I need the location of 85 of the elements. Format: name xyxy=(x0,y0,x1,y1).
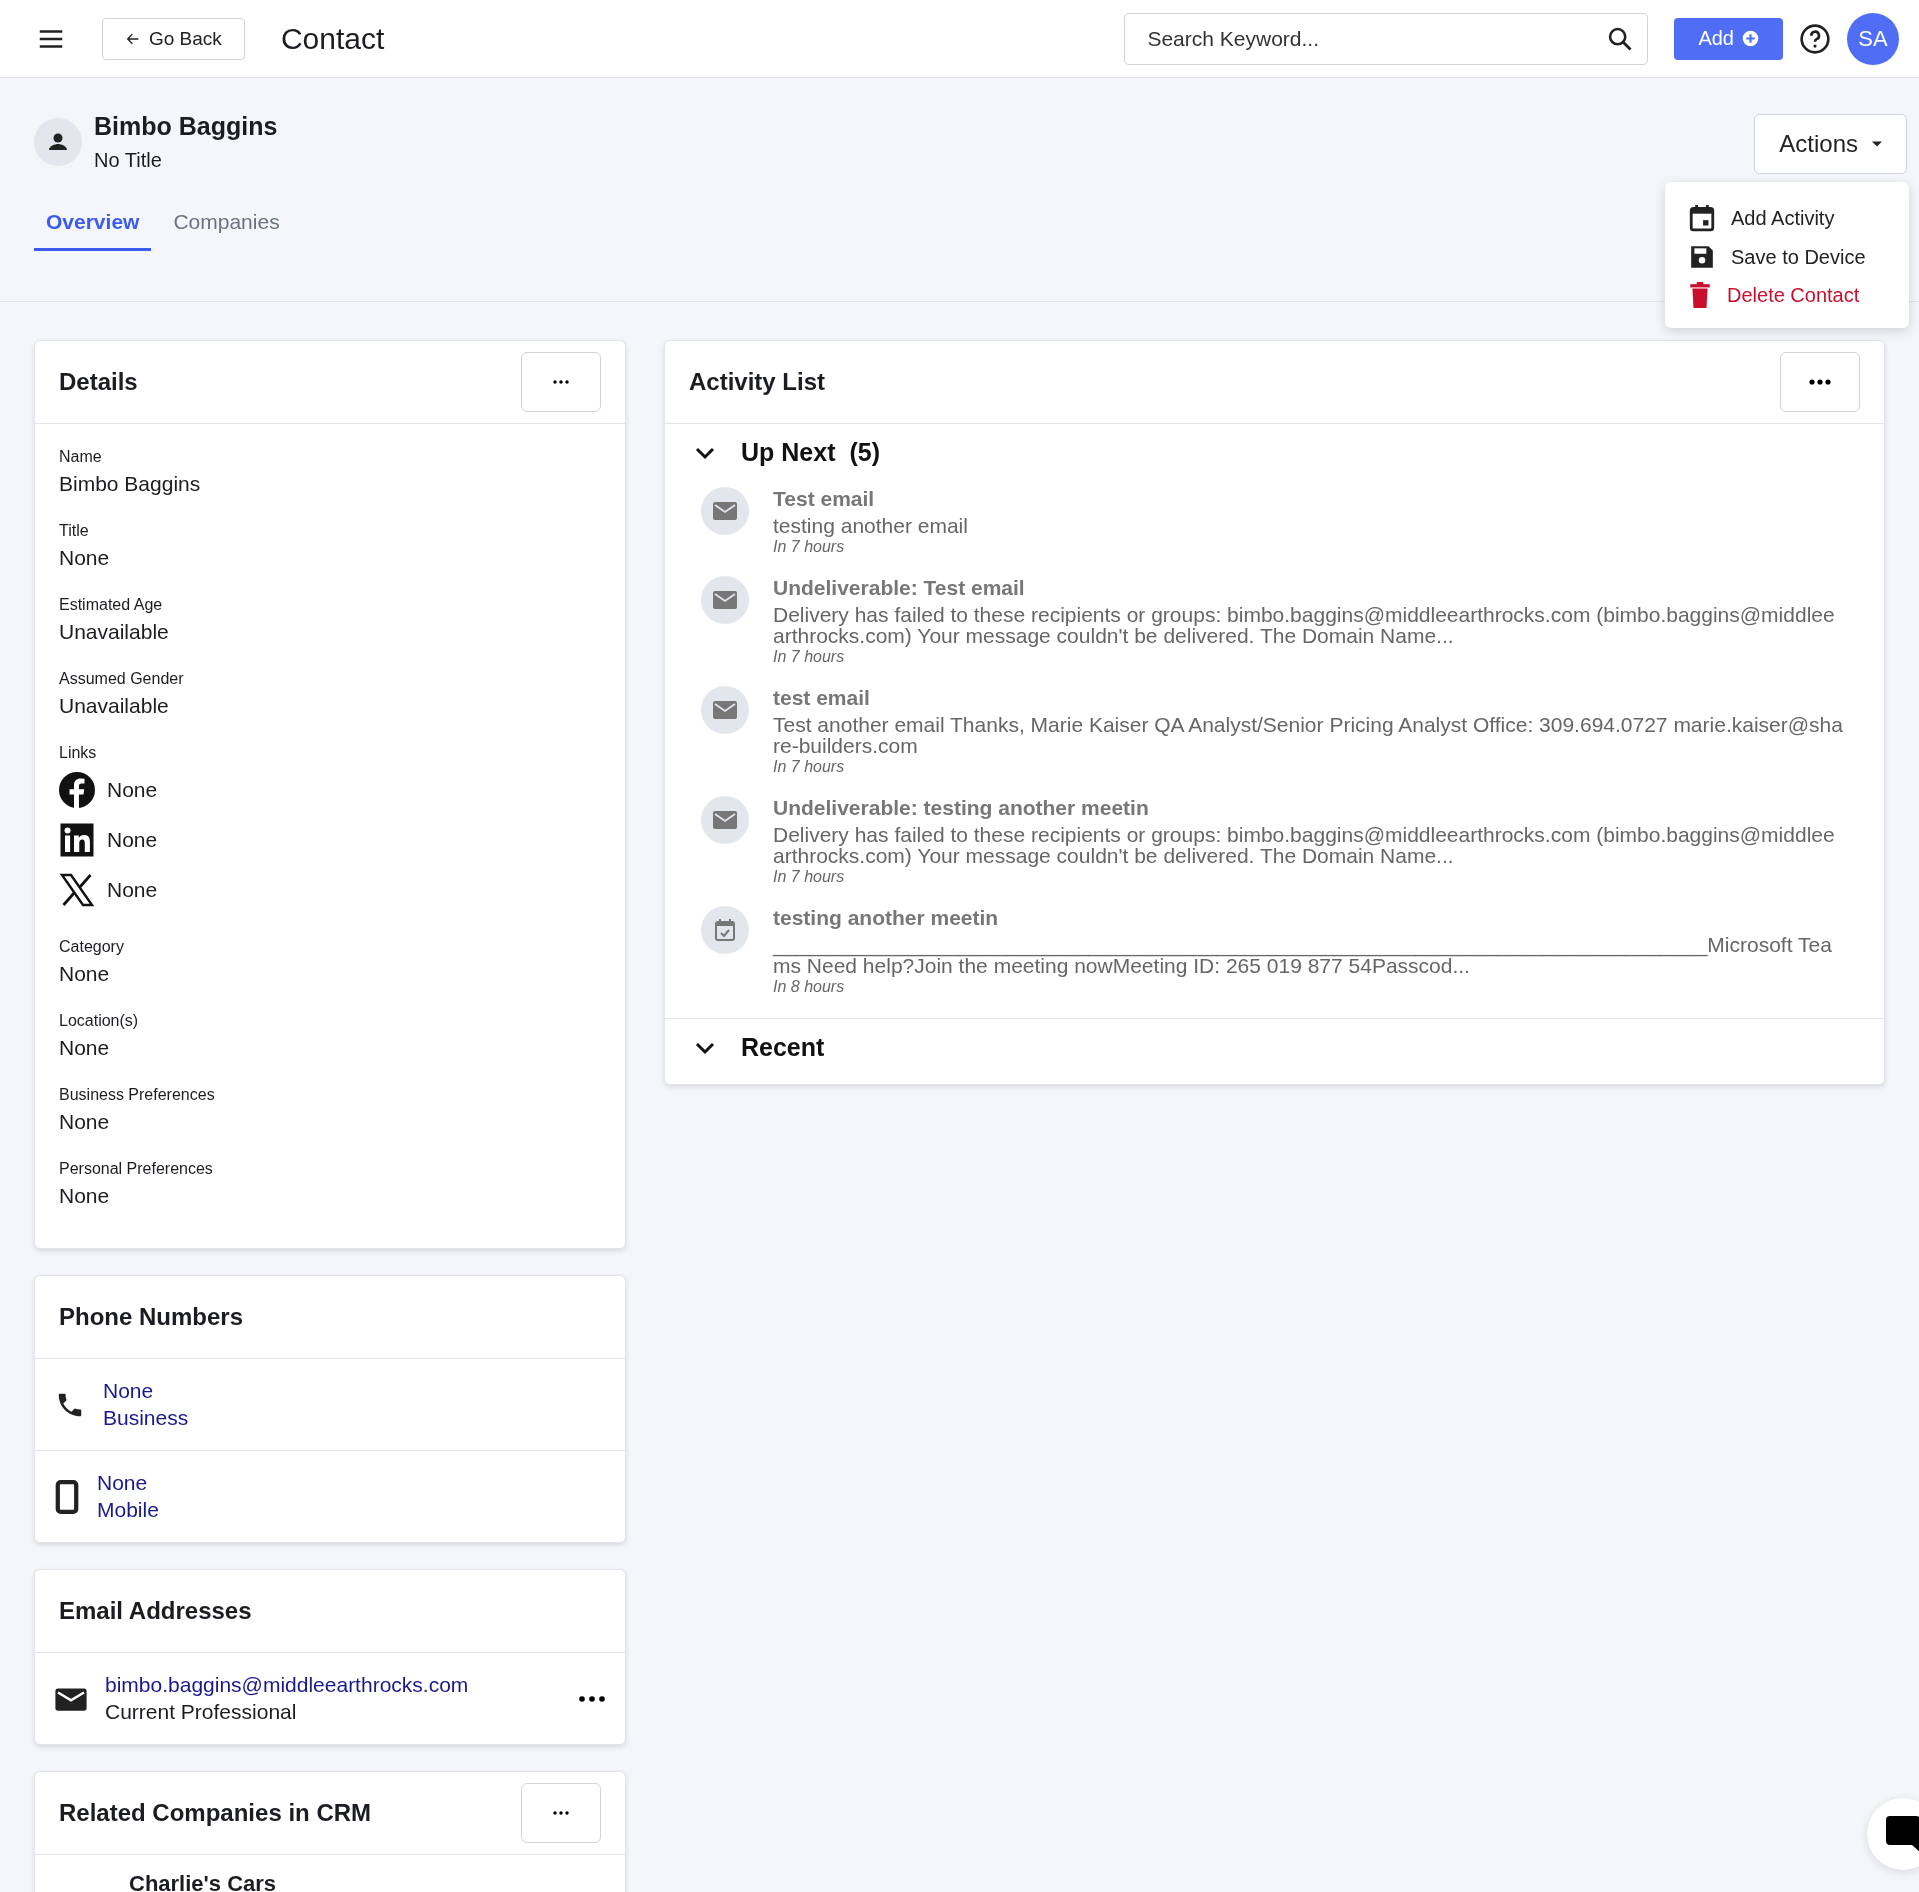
phone-type: Business xyxy=(103,1406,190,1430)
go-back-button[interactable]: Go Back xyxy=(102,17,245,60)
activity-description: Delivery has failed to these recipients or groups: bimbo.baggins@middleearthrocks.com (bimbo.baggins@middleearthrocks.com) Your message couldn't be delivered. The Domain Name... xyxy=(773,604,1836,646)
linkedin-icon xyxy=(59,822,95,858)
activity-title[interactable]: testing another meetin xyxy=(773,906,1843,930)
plus-circle-icon xyxy=(1742,30,1759,47)
activity-title[interactable]: Test email xyxy=(773,487,1843,511)
chevron-down-icon xyxy=(695,1040,715,1055)
link-value: None xyxy=(107,778,158,802)
caret-icon xyxy=(1872,141,1882,147)
facebook-icon xyxy=(59,772,95,808)
company-name[interactable]: Charlie's Cars xyxy=(129,1871,277,1892)
field-value: None xyxy=(59,1110,111,1134)
email-address-link[interactable]: bimbo.baggins@middleearthrocks.com xyxy=(105,1673,561,1697)
chat-bubble-icon xyxy=(1886,1816,1919,1852)
tab[interactable]: Overview xyxy=(34,200,152,251)
chevron-down-icon xyxy=(695,445,715,460)
mobile-phone-icon xyxy=(55,1479,79,1514)
envelope-icon xyxy=(701,487,749,535)
actions-button[interactable]: Actions xyxy=(1754,114,1907,174)
activity-description: testing another email xyxy=(773,515,969,536)
activity-title[interactable]: test email xyxy=(773,686,1843,710)
field-label: Estimated Age xyxy=(59,596,164,614)
field-label: Links xyxy=(59,744,98,762)
field-value: None xyxy=(59,1184,111,1208)
activity-description: ________________________________________________________________________________Microsoft Teams Need help?Join the meeting nowMeeting ID: 265 019 877 54Passcod... xyxy=(773,934,1833,976)
field-label: Assumed Gender xyxy=(59,670,185,688)
phone-type: Mobile xyxy=(97,1498,160,1522)
field-label: Category xyxy=(59,938,125,956)
menu-item[interactable]: Add Activity xyxy=(1665,198,1909,238)
activity-time: In 8 hours xyxy=(773,978,846,996)
ellipsis-icon xyxy=(553,380,569,384)
envelope-icon xyxy=(701,686,749,734)
trash-icon xyxy=(1689,282,1711,308)
field-value: None xyxy=(59,546,111,570)
field-label: Title xyxy=(59,522,90,540)
menu-item[interactable]: Delete Contact xyxy=(1665,276,1909,314)
ellipsis-icon xyxy=(553,1811,569,1815)
contact-name: Bimbo Baggins xyxy=(94,112,278,141)
calendar-check-icon xyxy=(701,906,749,954)
email-type: Current Professional xyxy=(105,1700,298,1724)
tab[interactable]: Companies xyxy=(161,200,292,251)
activity-time: In 7 hours xyxy=(773,868,846,886)
x-logo-icon xyxy=(59,872,95,908)
menu-item[interactable]: Save to Device xyxy=(1665,238,1909,276)
field-value: None xyxy=(59,1036,111,1060)
chat-button[interactable] xyxy=(1867,1798,1919,1870)
page-title: Contact xyxy=(280,21,385,56)
link-value: None xyxy=(107,878,158,902)
section-toggle[interactable]: Up Next (5) xyxy=(665,424,911,477)
activity-title[interactable]: Undeliverable: testing another meetin xyxy=(773,796,1843,820)
help-icon[interactable] xyxy=(1799,22,1831,55)
link-value: None xyxy=(107,828,158,852)
activity-time: In 7 hours xyxy=(773,538,846,556)
field-value: Unavailable xyxy=(59,694,170,718)
phone-number[interactable]: None xyxy=(97,1471,605,1495)
field-label: Location(s) xyxy=(59,1012,140,1030)
activity-time: In 7 hours xyxy=(773,758,846,776)
field-value: Unavailable xyxy=(59,620,170,644)
field-label: Personal Preferences xyxy=(59,1160,214,1178)
section-toggle[interactable]: Recent xyxy=(665,1019,855,1072)
person-avatar-icon xyxy=(34,118,82,166)
activity-time: In 7 hours xyxy=(773,648,846,666)
card-title: Details xyxy=(59,368,138,396)
field-label: Business Preferences xyxy=(59,1086,216,1104)
field-label: Name xyxy=(59,448,103,466)
add-button[interactable]: Add xyxy=(1674,17,1783,60)
card-title: Activity List xyxy=(689,368,826,396)
envelope-icon xyxy=(701,796,749,844)
more-options-icon[interactable] xyxy=(579,1695,605,1702)
user-avatar[interactable]: SA xyxy=(1847,12,1899,65)
calendar-icon xyxy=(1689,204,1715,232)
search-field[interactable]: Search Keyword... xyxy=(1124,12,1649,65)
card-title: Email Addresses xyxy=(59,1597,252,1625)
envelope-icon xyxy=(701,576,749,624)
activity-title[interactable]: Undeliverable: Test email xyxy=(773,576,1843,600)
card-title: Related Companies in CRM xyxy=(59,1799,372,1827)
ellipsis-icon xyxy=(1809,379,1831,385)
activity-description: Delivery has failed to these recipients or groups: bimbo.baggins@middleearthrocks.com (bimbo.baggins@middleearthrocks.com) Your message couldn't be delivered. The Domain Name... xyxy=(773,824,1836,866)
field-value: Bimbo Baggins xyxy=(59,472,202,496)
contact-job-title: No Title xyxy=(94,149,163,172)
field-value: None xyxy=(59,962,111,986)
card-title: Phone Numbers xyxy=(59,1303,244,1331)
activity-description: Test another email Thanks, Marie Kaiser QA Analyst/Senior Pricing Analyst Office: 309.694.0727 marie.kaiser@share-builders.com xyxy=(773,714,1843,756)
phone-number[interactable]: None xyxy=(103,1379,605,1403)
